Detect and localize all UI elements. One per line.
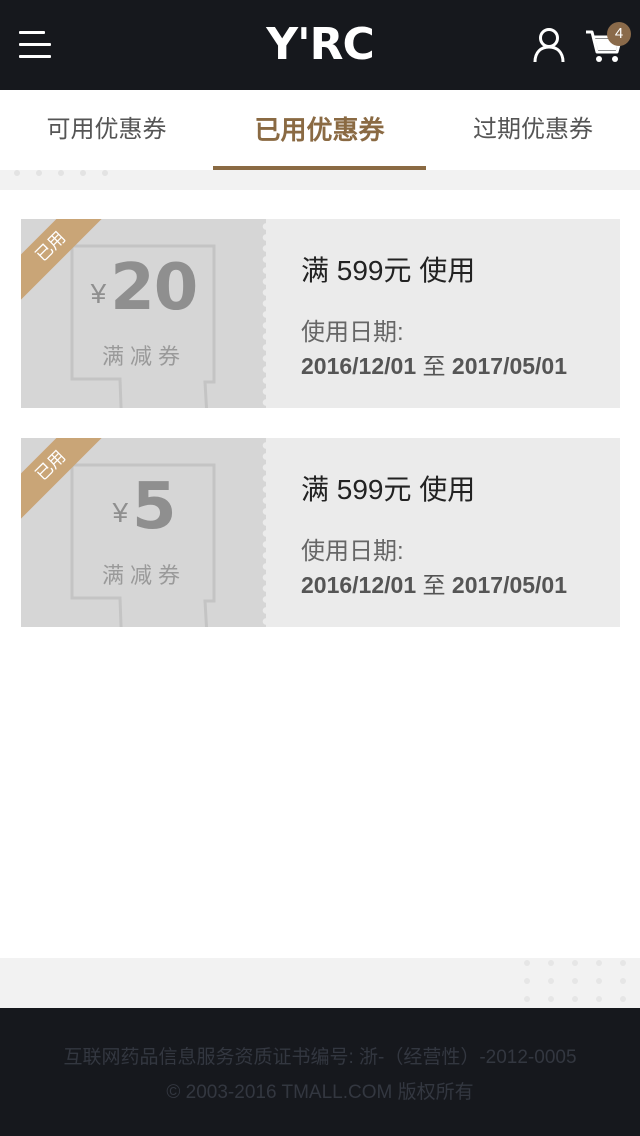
tab-expired-coupons[interactable]: 过期优惠券 xyxy=(426,90,640,170)
date-end: 2017/05/01 xyxy=(451,353,568,379)
perforation-edge xyxy=(261,219,266,408)
coupon-value: 20 xyxy=(110,251,198,325)
tab-available-coupons[interactable]: 可用优惠券 xyxy=(0,90,213,170)
coupon-amount: ¥5 xyxy=(71,470,217,550)
usage-date-range: 2016/12/01 至 2017/05/01 xyxy=(301,347,567,381)
coupon-value-panel: 已用 ¥20 满减券 xyxy=(21,219,266,408)
decorative-dots xyxy=(14,170,114,176)
coupon-card[interactable]: 已用 ¥5 满减券 满 599元 使用 使用日期: 2016/12/01 至 2… xyxy=(21,438,620,627)
date-start: 2016/12/01 xyxy=(301,572,417,598)
coupon-card[interactable]: 已用 ¥20 满减券 满 599元 使用 使用日期: 2016/12/01 至 … xyxy=(21,219,620,408)
menu-icon[interactable] xyxy=(19,31,51,59)
date-end: 2017/05/01 xyxy=(451,572,568,598)
coupon-type: 满减券 xyxy=(101,563,186,588)
brand-logo[interactable]: Y'RC xyxy=(250,20,390,70)
coupon-condition: 满 599元 使用 xyxy=(301,255,476,286)
date-separator: 至 xyxy=(422,572,446,598)
usage-date-range: 2016/12/01 至 2017/05/01 xyxy=(301,566,567,600)
currency-symbol: ¥ xyxy=(90,278,107,309)
footer-divider xyxy=(0,958,640,1008)
copyright-text: © 2003-2016 TMALL.COM 版权所有 xyxy=(166,1082,474,1103)
coupon-type: 满减券 xyxy=(101,344,186,369)
perforation-edge xyxy=(261,438,266,627)
coupon-details: 满 599元 使用 使用日期: 2016/12/01 至 2017/05/01 xyxy=(301,219,611,408)
coupon-condition: 满 599元 使用 xyxy=(301,474,476,505)
usage-date-label: 使用日期: xyxy=(301,538,404,565)
coupon-amount: ¥20 xyxy=(71,251,217,331)
coupon-details: 满 599元 使用 使用日期: 2016/12/01 至 2017/05/01 xyxy=(301,438,611,627)
user-account-icon[interactable] xyxy=(532,27,566,63)
cart-count-badge: 4 xyxy=(607,22,631,46)
usage-date-label: 使用日期: xyxy=(301,319,404,346)
coupon-tabs: 可用优惠券 已用优惠券 过期优惠券 xyxy=(0,90,640,170)
coupon-value: 5 xyxy=(132,470,177,544)
date-separator: 至 xyxy=(422,353,446,379)
page-footer: 互联网药品信息服务资质证书编号: 浙-（经营性）-2012-0005 © 200… xyxy=(0,1008,640,1136)
license-text: 互联网药品信息服务资质证书编号: 浙-（经营性）-2012-0005 xyxy=(63,1047,577,1068)
coupon-value-panel: 已用 ¥5 满减券 xyxy=(21,438,266,627)
top-nav-bar: Y'RC 4 xyxy=(0,0,640,90)
currency-symbol: ¥ xyxy=(112,497,129,528)
date-start: 2016/12/01 xyxy=(301,353,417,379)
tab-used-coupons[interactable]: 已用优惠券 xyxy=(213,90,426,170)
